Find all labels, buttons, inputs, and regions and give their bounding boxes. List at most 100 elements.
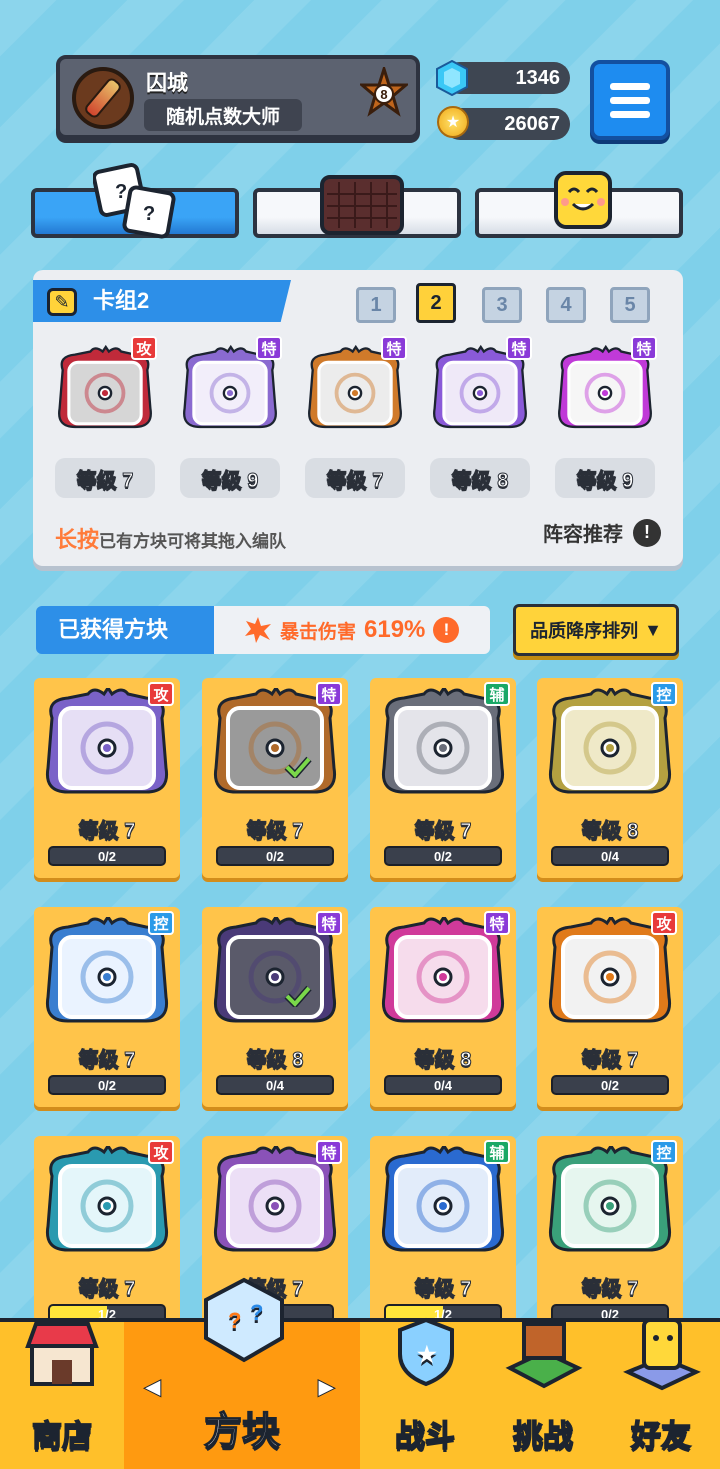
type-badge: 控	[651, 682, 677, 706]
block-card[interactable]: 攻 等级 7 0/2	[34, 678, 180, 878]
deck-number-4[interactable]: 4	[546, 287, 586, 323]
deck-slot[interactable]: 特	[180, 336, 282, 442]
nav-shop-label: 商店	[31, 1419, 93, 1454]
drag-hint: 长按已有方块可将其拖入编队	[55, 522, 286, 554]
card-progress-bar: 0/2	[384, 846, 502, 866]
card-level: 等级 8	[581, 820, 639, 843]
menu-button[interactable]	[590, 60, 670, 140]
card-progress-bar: 0/4	[551, 846, 669, 866]
type-badge: 特	[316, 911, 342, 935]
check-icon	[284, 756, 312, 778]
deck-slot[interactable]: 攻	[55, 336, 157, 442]
card-progress-text: 0/2	[97, 1078, 117, 1093]
card-level: 等级 7	[581, 1049, 639, 1072]
card-progress-text: 0/2	[600, 1078, 620, 1093]
gem-amount: 1346	[515, 67, 561, 89]
block-card[interactable]: 攻 等级 7 1/2	[34, 1136, 180, 1336]
recommend-button[interactable]: 阵容推荐!	[543, 518, 661, 547]
card-level: 等级 7	[414, 1278, 472, 1301]
battle-shield-icon: ★	[398, 1317, 454, 1387]
card-progress-text: 0/4	[433, 1078, 453, 1093]
block-card[interactable]: 控 等级 8 0/4	[537, 678, 683, 878]
block-card[interactable]: 辅 等级 7 0/2	[370, 678, 516, 878]
crit-damage-info[interactable]: 暴击伤害 619% !	[214, 606, 490, 654]
dice-icon: ? ?	[93, 163, 176, 239]
tab-dice[interactable]: ? ?	[31, 163, 239, 239]
type-badge: 控	[651, 1140, 677, 1164]
svg-text:★: ★	[417, 1342, 437, 1367]
player-title: 随机点数大师	[144, 99, 302, 131]
coin-amount: 26067	[504, 113, 560, 135]
deck-slot[interactable]: 特	[305, 336, 407, 442]
deck-slot-level: 等级 9	[555, 458, 655, 498]
info-icon: !	[633, 518, 661, 547]
avatar[interactable]	[72, 67, 134, 129]
block-card[interactable]: 控 等级 7 0/2	[537, 1136, 683, 1336]
deck-slot-level: 等级 8	[430, 458, 530, 498]
challenge-sign-icon	[505, 1322, 583, 1389]
type-badge: 特	[484, 911, 510, 935]
type-badge: 特	[256, 336, 282, 360]
card-progress-bar: 0/2	[48, 1075, 166, 1095]
grid-board-icon	[320, 175, 404, 235]
mystery-block-icon: ??	[204, 1277, 284, 1363]
type-badge: 特	[631, 336, 657, 360]
type-badge: 攻	[651, 911, 677, 935]
crit-info-icon: !	[433, 617, 460, 643]
type-badge: 攻	[148, 1140, 174, 1164]
nav-next-arrow[interactable]: ▶	[318, 1374, 336, 1400]
deck-number-1[interactable]: 1	[356, 287, 396, 323]
card-progress-text: 0/4	[265, 1078, 285, 1093]
edit-pencil-icon[interactable]: ✎	[47, 288, 77, 316]
block-card[interactable]: 控 等级 7 0/2	[34, 907, 180, 1107]
nav-battle[interactable]: ★ 战斗	[366, 1317, 484, 1469]
card-progress-text: 0/4	[600, 849, 620, 864]
deck-slot[interactable]: 特	[430, 336, 532, 442]
crit-value: 619%	[364, 616, 426, 643]
sort-label: 品质降序排列	[530, 621, 639, 641]
crit-burst-icon	[245, 617, 271, 643]
tab-board[interactable]	[253, 175, 461, 238]
card-level: 等级 7	[581, 1278, 639, 1301]
type-badge: 攻	[131, 336, 157, 360]
nav-blocks-label: 方块	[203, 1410, 281, 1454]
card-progress-bar: 0/2	[216, 846, 334, 866]
card-level: 等级 8	[246, 1049, 304, 1072]
nav-prev-arrow[interactable]: ◀	[144, 1374, 162, 1400]
deck-number-5[interactable]: 5	[610, 287, 650, 323]
deck-panel: 卡组2 ✎ 12345 攻等级 7 特等级 9 特等级 7 特等级 8 特等级 …	[33, 270, 683, 566]
type-badge: 攻	[148, 682, 174, 706]
profile-panel[interactable]: 囚城 随机点数大师 8	[56, 55, 420, 139]
nav-challenge[interactable]: 挑战	[484, 1322, 602, 1469]
card-progress-bar: 0/4	[384, 1075, 502, 1095]
recommend-label: 阵容推荐	[543, 524, 623, 546]
deck-slot-level: 等级 7	[305, 458, 405, 498]
deck-slot-level: 等级 7	[55, 458, 155, 498]
deck-slot[interactable]: 特	[555, 336, 657, 442]
block-card[interactable]: 特 等级 8 0/4	[202, 907, 348, 1107]
sort-dropdown[interactable]: 品质降序排列 ▼	[513, 604, 679, 656]
deck-number-3[interactable]: 3	[482, 287, 522, 323]
crit-label: 暴击伤害	[280, 621, 357, 643]
type-badge: 辅	[484, 682, 510, 706]
nav-friends[interactable]: 好友	[602, 1318, 720, 1469]
block-card[interactable]: 特 等级 8 0/4	[370, 907, 516, 1107]
card-progress-text: 0/2	[97, 849, 117, 864]
tab-skin[interactable]	[475, 171, 683, 238]
card-progress-text: 0/2	[433, 849, 453, 864]
owned-title: 已获得方块	[36, 606, 236, 654]
nav-challenge-label: 挑战	[512, 1419, 574, 1454]
friends-icon	[623, 1318, 701, 1391]
block-card[interactable]: 特 等级 7 0/2	[202, 678, 348, 878]
block-card[interactable]: 辅 等级 7 1/2	[370, 1136, 516, 1336]
nav-shop[interactable]: 商店	[0, 1322, 124, 1469]
svg-text:?: ?	[228, 1308, 241, 1333]
card-level: 等级 8	[414, 1049, 472, 1072]
chevron-down-icon: ▼	[644, 619, 662, 640]
card-progress-bar: 0/2	[551, 1075, 669, 1095]
hint-highlight: 长按	[55, 527, 100, 552]
card-level: 等级 7	[78, 1049, 136, 1072]
rank-star-icon: 8	[360, 67, 408, 117]
deck-number-2[interactable]: 2	[416, 283, 456, 323]
block-card[interactable]: 攻 等级 7 0/2	[537, 907, 683, 1107]
